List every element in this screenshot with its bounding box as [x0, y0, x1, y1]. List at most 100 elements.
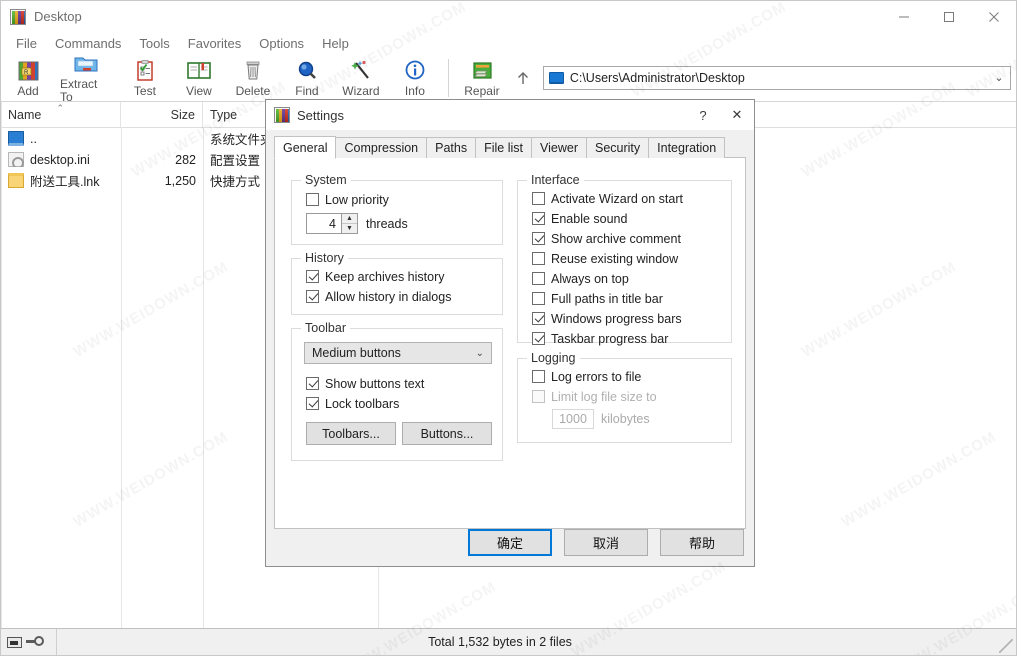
- column-header-size[interactable]: Size: [121, 102, 203, 127]
- checkbox-box: [532, 312, 545, 325]
- close-icon[interactable]: ✕: [720, 100, 754, 130]
- info-circle-icon: [400, 58, 430, 85]
- spinner-down-icon[interactable]: ▼: [342, 224, 357, 233]
- checkbox-log-errors-to-file[interactable]: Log errors to file: [532, 367, 641, 386]
- tab-general[interactable]: General: [274, 136, 337, 159]
- toolbar-button-test[interactable]: Test: [118, 55, 172, 101]
- checkbox-box: [306, 377, 319, 390]
- address-bar[interactable]: C:\Users\Administrator\Desktop ⌄: [542, 65, 1011, 90]
- checkbox-label: Log errors to file: [551, 369, 642, 384]
- checkbox-box: [532, 332, 545, 345]
- tab-file-list[interactable]: File list: [475, 137, 532, 158]
- toolbar-button-find[interactable]: Find: [280, 55, 334, 101]
- cancel-button[interactable]: 取消: [564, 529, 648, 556]
- group-logging: Logging Log errors to file Limit log fil…: [517, 351, 732, 443]
- checkbox-box: [306, 270, 319, 283]
- toolbar-label-info: Info: [404, 83, 425, 98]
- checkbox-show-archive-comment[interactable]: Show archive comment: [532, 229, 681, 248]
- tab-viewer[interactable]: Viewer: [531, 137, 587, 158]
- checkbox-always-on-top[interactable]: Always on top: [532, 269, 629, 288]
- up-arrow-icon[interactable]: [509, 64, 537, 92]
- menu-options[interactable]: Options: [250, 34, 313, 53]
- checkbox-lock-toolbars[interactable]: Lock toolbars: [306, 394, 399, 413]
- checkbox-label: Windows progress bars: [551, 311, 682, 326]
- checkbox-windows-progress-bars[interactable]: Windows progress bars: [532, 309, 682, 328]
- checkbox-low-priority[interactable]: Low priority: [306, 190, 389, 209]
- checkbox-label: Show buttons text: [325, 376, 425, 391]
- settings-dialog: Settings ? ✕ General Compression Paths F…: [265, 99, 755, 567]
- column-header-name[interactable]: Name ⌃: [1, 102, 121, 127]
- disk-icon[interactable]: [7, 636, 22, 648]
- ok-button[interactable]: 确定: [468, 529, 552, 556]
- chevron-down-icon[interactable]: ⌄: [988, 71, 1010, 84]
- checkbox-reuse-existing-window[interactable]: Reuse existing window: [532, 249, 678, 268]
- toolbar-button-delete[interactable]: Delete: [226, 55, 280, 101]
- desktop-icon: [548, 71, 564, 84]
- checkbox-enable-sound[interactable]: Enable sound: [532, 209, 627, 228]
- chevron-down-icon: ⌄: [475, 347, 484, 359]
- toolbar-label-test: Test: [133, 83, 156, 98]
- extract-folder-icon: [71, 51, 101, 78]
- toolbar-button-extract-to[interactable]: Extract To: [55, 55, 118, 104]
- parent-folder-icon: [8, 131, 24, 146]
- menu-help[interactable]: Help: [313, 34, 358, 53]
- dialog-title: Settings: [297, 107, 344, 123]
- quantity-stepper[interactable]: 4 ▲ ▼: [306, 213, 358, 234]
- close-icon[interactable]: [971, 1, 1016, 32]
- tab-paths[interactable]: Paths: [426, 137, 477, 158]
- checkbox-box: [532, 292, 545, 305]
- checkbox-activate-wizard-on-start[interactable]: Activate Wizard on start: [532, 189, 683, 208]
- resize-grip[interactable]: [999, 639, 1013, 653]
- checkbox-box: [532, 192, 545, 205]
- spinner-buttons[interactable]: ▲ ▼: [341, 213, 358, 234]
- checkbox-show-buttons-text[interactable]: Show buttons text: [306, 374, 424, 393]
- tab-strip: General Compression Paths File list View…: [274, 136, 726, 159]
- group-system-title: System: [301, 173, 351, 187]
- checkbox-label: Lock toolbars: [325, 396, 400, 411]
- tab-compression[interactable]: Compression: [335, 137, 428, 158]
- tab-integration[interactable]: Integration: [648, 137, 726, 158]
- tab-security[interactable]: Security: [585, 137, 650, 158]
- group-system: System Low priority 4 ▲ ▼ threads: [291, 173, 503, 245]
- checkbox-box: [306, 290, 319, 303]
- threads-row: 4 ▲ ▼ threads: [306, 213, 408, 234]
- menu-file[interactable]: File: [7, 34, 46, 53]
- title-bar: Desktop: [1, 1, 1016, 32]
- checkbox-keep-archives-history[interactable]: Keep archives history: [306, 267, 445, 286]
- menu-tools[interactable]: Tools: [130, 34, 178, 53]
- cell-name: desktop.ini: [1, 152, 121, 167]
- toolbar-button-wizard[interactable]: Wizard: [334, 55, 388, 101]
- toolbar-label-add: Add: [17, 83, 39, 98]
- minimize-icon[interactable]: [881, 1, 926, 32]
- open-book-icon: [184, 58, 214, 85]
- checkbox-label: Allow history in dialogs: [325, 289, 452, 304]
- trash-icon: [238, 58, 268, 85]
- checkbox-full-paths-in-title-bar[interactable]: Full paths in title bar: [532, 289, 663, 308]
- toolbar-button-add[interactable]: R Add: [1, 55, 55, 101]
- dialog-title-bar: Settings ? ✕: [266, 100, 754, 130]
- checkbox-allow-history-in-dialogs[interactable]: Allow history in dialogs: [306, 287, 451, 306]
- checkbox-label: Limit log file size to: [551, 389, 657, 404]
- dialog-title-buttons: ? ✕: [686, 100, 754, 130]
- help-button[interactable]: 帮助: [660, 529, 744, 556]
- toolbars-button[interactable]: Toolbars...: [306, 422, 396, 445]
- toolbar-label-wizard: Wizard: [342, 83, 380, 98]
- toolbar-size-select[interactable]: Medium buttons ⌄: [304, 342, 492, 364]
- toolbar-label-view: View: [186, 83, 212, 98]
- maximize-icon[interactable]: [926, 1, 971, 32]
- help-question-icon[interactable]: ?: [686, 100, 720, 130]
- toolbar-button-repair[interactable]: Repair: [455, 55, 509, 101]
- pane-left-border: [1, 102, 2, 629]
- toolbar-button-info[interactable]: Info: [388, 55, 442, 101]
- checkbox-taskbar-progress-bar[interactable]: Taskbar progress bar: [532, 329, 668, 348]
- spinner-up-icon[interactable]: ▲: [342, 214, 357, 224]
- key-icon[interactable]: [26, 636, 44, 648]
- checkbox-label: Always on top: [551, 271, 629, 286]
- buttons-button[interactable]: Buttons...: [402, 422, 492, 445]
- dialog-button-bar: 确定 取消 帮助: [266, 529, 754, 556]
- threads-input[interactable]: 4: [306, 213, 341, 234]
- menu-favorites[interactable]: Favorites: [179, 34, 250, 53]
- toolbar-button-view[interactable]: View: [172, 55, 226, 101]
- checkbox-box: [532, 272, 545, 285]
- menu-commands[interactable]: Commands: [46, 34, 130, 53]
